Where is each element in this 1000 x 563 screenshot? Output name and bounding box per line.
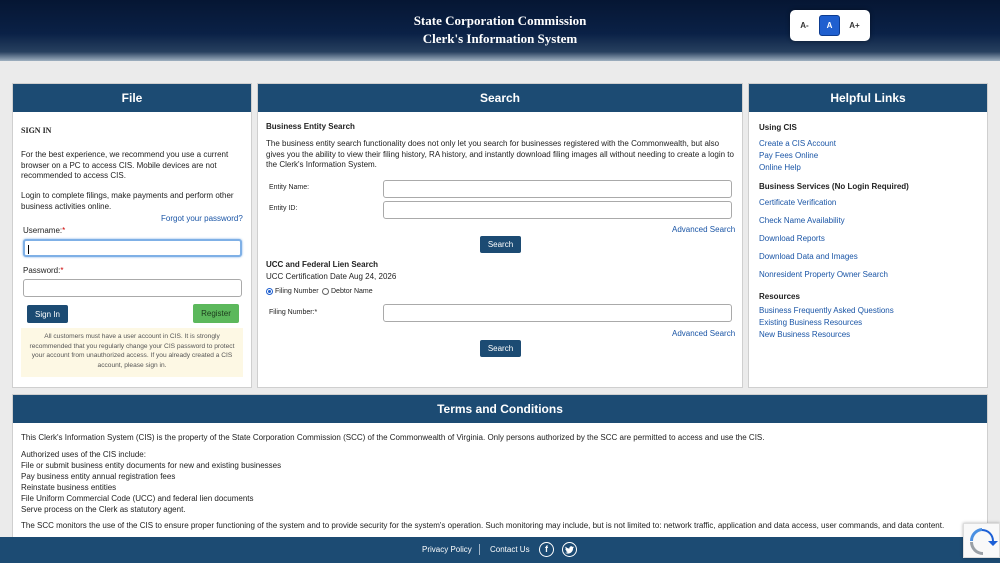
account-notice: All customers must have a user account i…: [21, 328, 243, 377]
font-decrease-button[interactable]: A-: [794, 15, 815, 36]
link-certificate-verification[interactable]: Certificate Verification: [759, 198, 836, 207]
font-default-button[interactable]: A: [819, 15, 840, 36]
terms-intro: This Clerk's Information System (CIS) is…: [21, 433, 765, 442]
site-header: State Corporation Commission Clerk's Inf…: [0, 0, 1000, 61]
entity-id-input[interactable]: [383, 201, 732, 219]
link-pay-fees-online[interactable]: Pay Fees Online: [759, 151, 818, 160]
link-online-help[interactable]: Online Help: [759, 163, 801, 172]
debtor-name-radio-label: Debtor Name: [331, 288, 373, 295]
facebook-icon[interactable]: f: [539, 542, 554, 557]
advanced-search-link-business[interactable]: Advanced Search: [672, 225, 735, 234]
username-label: Username:*: [23, 226, 66, 235]
font-size-controls: A- A A+: [790, 10, 870, 41]
ucc-search-title: UCC and Federal Lien Search: [266, 260, 379, 269]
terms-heading: Terms and Conditions: [13, 395, 987, 423]
username-input[interactable]: [23, 239, 242, 257]
sign-in-title: SIGN IN: [21, 126, 52, 135]
link-business-faq[interactable]: Business Frequently Asked Questions: [759, 306, 894, 315]
entity-name-label: Entity Name:: [269, 184, 310, 191]
debtor-name-radio[interactable]: [322, 288, 329, 295]
filing-number-input[interactable]: [383, 304, 732, 322]
authorized-use-item: File or submit business entity documents…: [21, 461, 282, 470]
ucc-certification-date: UCC Certification Date Aug 24, 2026: [266, 272, 397, 281]
terms-monitoring: The SCC monitors the use of the CIS to e…: [21, 521, 945, 530]
entity-name-input[interactable]: [383, 180, 732, 198]
helpful-links-panel: Helpful Links Using CIS Create a CIS Acc…: [748, 83, 988, 388]
helpful-links-heading: Helpful Links: [749, 84, 987, 112]
search-panel: Search Business Entity Search The busine…: [257, 83, 743, 388]
business-services-title: Business Services (No Login Required): [759, 182, 909, 191]
font-increase-button[interactable]: A+: [844, 15, 865, 36]
sign-in-button[interactable]: Sign In: [27, 305, 68, 323]
entity-id-label: Entity ID:: [269, 205, 298, 212]
authorized-use-item: Pay business entity annual registration …: [21, 472, 176, 481]
link-download-reports[interactable]: Download Reports: [759, 234, 825, 243]
link-new-business-resources[interactable]: New Business Resources: [759, 330, 850, 339]
login-info: Login to complete filings, make payments…: [21, 191, 234, 211]
filing-number-radio-label: Filing Number: [275, 288, 319, 295]
register-button[interactable]: Register: [193, 304, 239, 323]
file-panel: File SIGN IN For the best experience, we…: [12, 83, 252, 388]
link-nonresident-property-owner-search[interactable]: Nonresident Property Owner Search: [759, 270, 888, 279]
search-panel-heading: Search: [258, 84, 742, 112]
link-download-data-images[interactable]: Download Data and Images: [759, 252, 858, 261]
text-caret: [28, 245, 29, 254]
recaptcha-icon: [969, 528, 998, 555]
business-entity-search-description: The business entity search functionality…: [266, 139, 734, 169]
authorized-use-item: Reinstate business entities: [21, 483, 117, 492]
link-create-cis-account[interactable]: Create a CIS Account: [759, 139, 836, 148]
authorized-use-item: File Uniform Commercial Code (UCC) and f…: [21, 494, 254, 503]
link-existing-business-resources[interactable]: Existing Business Resources: [759, 318, 862, 327]
footer-divider: [479, 544, 480, 555]
ucc-search-button[interactable]: Search: [480, 340, 521, 357]
password-label: Password:*: [23, 266, 64, 275]
filing-number-radio[interactable]: [266, 288, 273, 295]
recaptcha-badge[interactable]: [963, 523, 1000, 558]
forgot-password-link[interactable]: Forgot your password?: [161, 214, 243, 223]
authorized-use-item: Serve process on the Clerk as statutory …: [21, 505, 186, 514]
password-input[interactable]: [23, 279, 242, 297]
resources-title: Resources: [759, 292, 800, 301]
using-cis-title: Using CIS: [759, 123, 797, 132]
privacy-policy-link[interactable]: Privacy Policy: [422, 545, 472, 554]
file-panel-heading: File: [13, 84, 251, 112]
filing-number-label: Filing Number:*: [269, 309, 318, 316]
authorized-uses-title: Authorized uses of the CIS include:: [21, 450, 146, 459]
terms-panel: Terms and Conditions This Clerk's Inform…: [12, 394, 988, 542]
link-check-name-availability[interactable]: Check Name Availability: [759, 216, 845, 225]
twitter-icon[interactable]: [562, 542, 577, 557]
business-search-button[interactable]: Search: [480, 236, 521, 253]
business-entity-search-title: Business Entity Search: [266, 122, 355, 131]
contact-us-link[interactable]: Contact Us: [490, 545, 530, 554]
site-footer: Privacy Policy Contact Us f: [0, 537, 1000, 563]
browser-recommendation: For the best experience, we recommend yo…: [21, 150, 229, 180]
advanced-search-link-ucc[interactable]: Advanced Search: [672, 329, 735, 338]
